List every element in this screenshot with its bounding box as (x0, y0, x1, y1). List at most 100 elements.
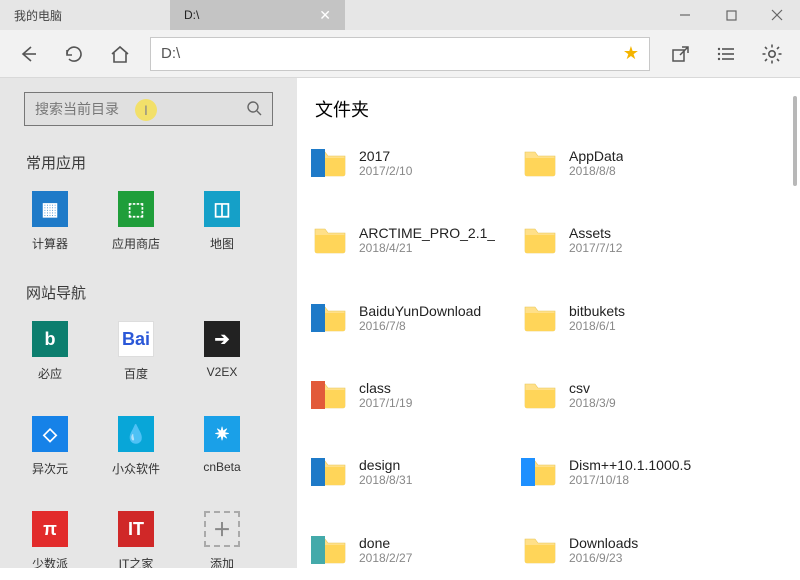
app-label: 计算器 (32, 235, 68, 252)
folder-text: 20172017/2/10 (359, 148, 412, 178)
search-input[interactable]: 搜索当前目录 I (24, 92, 273, 126)
app-item-2[interactable]: ◫ 地图 (196, 191, 248, 252)
app-item-0[interactable]: ▦计算器 (24, 191, 76, 252)
site-item-1[interactable]: Bai百度 (110, 321, 162, 382)
tab-label: 我的电脑 (14, 7, 62, 24)
folder-icon (523, 223, 557, 257)
refresh-button[interactable] (52, 32, 96, 76)
folder-icon (523, 146, 557, 180)
refresh-icon (63, 43, 85, 65)
app-label: 小众软件 (112, 460, 160, 477)
folder-date: 2018/2/27 (359, 551, 412, 565)
page-heading: 文件夹 (315, 96, 800, 122)
main-split: 搜索当前目录 I 常用应用 ▦计算器⬚应用商店◫地图 网站导航 b必应Bai百度… (0, 78, 800, 568)
app-icon: b (32, 321, 68, 357)
folder-item[interactable]: Assets2017/7/12 (519, 217, 719, 263)
folder-item[interactable]: BaiduYunDownload2016/7/8 (309, 295, 509, 341)
folder-icon (313, 146, 347, 180)
folder-text: ARCTIME_PRO_2.1_2018/4/21 (359, 225, 495, 255)
site-item-0[interactable]: b必应 (24, 321, 76, 382)
folder-text: bitbukets2018/6/1 (569, 303, 625, 333)
site-item-8[interactable]: ＋添加 (196, 511, 248, 568)
site-item-3[interactable]: ◇异次元 (24, 416, 76, 477)
site-item-6[interactable]: π少数派 (24, 511, 76, 568)
folder-name: Downloads (569, 535, 638, 551)
folder-icon (313, 378, 347, 412)
home-icon (109, 43, 131, 65)
folder-name: class (359, 380, 412, 396)
folder-item[interactable]: 20172017/2/10 (309, 140, 509, 186)
folder-item[interactable]: class2017/1/19 (309, 372, 509, 418)
folder-date: 2016/9/23 (569, 551, 638, 565)
folder-text: Downloads2016/9/23 (569, 535, 638, 565)
back-icon (17, 43, 39, 65)
site-item-2[interactable]: ➔ V2EX (196, 321, 248, 382)
folder-name: design (359, 457, 412, 473)
folder-item[interactable]: bitbukets2018/6/1 (519, 295, 719, 341)
open-external-icon (670, 44, 690, 64)
folder-name: BaiduYunDownload (359, 303, 481, 319)
settings-button[interactable] (750, 32, 794, 76)
site-item-5[interactable]: ✷cnBeta (196, 416, 248, 477)
folder-text: csv2018/3/9 (569, 380, 616, 410)
app-icon: ➔ (204, 321, 240, 357)
scrollbar-thumb[interactable] (793, 96, 797, 186)
star-icon[interactable]: ★ (623, 43, 639, 64)
folder-date: 2016/7/8 (359, 319, 481, 333)
close-button[interactable] (754, 0, 800, 30)
app-icon: ◫ (204, 191, 240, 227)
home-button[interactable] (98, 32, 142, 76)
open-external-button[interactable] (658, 32, 702, 76)
list-view-button[interactable] (704, 32, 748, 76)
app-item-1[interactable]: ⬚应用商店 (110, 191, 162, 252)
app-icon: ＋ (204, 511, 240, 547)
site-item-4[interactable]: 💧小众软件 (110, 416, 162, 477)
folder-item[interactable]: ARCTIME_PRO_2.1_2018/4/21 (309, 217, 509, 263)
folder-text: BaiduYunDownload2016/7/8 (359, 303, 481, 333)
address-bar[interactable]: D:\ ★ (150, 37, 650, 71)
folder-name: AppData (569, 148, 623, 164)
folder-text: design2018/8/31 (359, 457, 412, 487)
folder-item[interactable]: AppData2018/8/8 (519, 140, 719, 186)
app-label: 地图 (210, 235, 234, 252)
app-label: V2EX (207, 365, 238, 379)
section-heading-sites: 网站导航 (26, 282, 273, 303)
folder-name: csv (569, 380, 616, 396)
minimize-icon (679, 9, 691, 21)
folder-item[interactable]: csv2018/3/9 (519, 372, 719, 418)
maximize-button[interactable] (708, 0, 754, 30)
gear-icon (761, 43, 783, 65)
folder-text: class2017/1/19 (359, 380, 412, 410)
folder-date: 2018/6/1 (569, 319, 625, 333)
minimize-button[interactable] (662, 0, 708, 30)
folder-item[interactable]: Dism++10.1.1000.52017/10/18 (519, 449, 719, 495)
app-icon: ⬚ (118, 191, 154, 227)
maximize-icon (726, 10, 737, 21)
site-item-7[interactable]: ITIT之家 (110, 511, 162, 568)
folder-date: 2018/8/31 (359, 473, 412, 487)
folder-item[interactable]: design2018/8/31 (309, 449, 509, 495)
tab-d-drive[interactable]: D:\ ✕ (170, 0, 345, 30)
folder-item[interactable]: done2018/2/27 (309, 527, 509, 573)
toolbar: D:\ ★ (0, 30, 800, 78)
tab-mycomputer[interactable]: 我的电脑 (0, 0, 170, 30)
text-cursor-icon: I (135, 99, 157, 121)
folder-text: Dism++10.1.1000.52017/10/18 (569, 457, 691, 487)
window-buttons (662, 0, 800, 30)
app-icon: ◇ (32, 416, 68, 452)
app-label: 百度 (124, 365, 148, 382)
folder-name: done (359, 535, 412, 551)
folder-text: Assets2017/7/12 (569, 225, 622, 255)
folder-name: Assets (569, 225, 622, 241)
folder-icon (313, 223, 347, 257)
folder-icon (313, 533, 347, 567)
folder-icon (313, 301, 347, 335)
folder-date: 2018/3/9 (569, 396, 616, 410)
close-icon[interactable]: ✕ (319, 7, 331, 24)
app-icon: IT (118, 511, 154, 547)
folder-name: bitbukets (569, 303, 625, 319)
back-button[interactable] (6, 32, 50, 76)
folder-item[interactable]: Downloads2016/9/23 (519, 527, 719, 573)
folder-date: 2018/8/8 (569, 164, 623, 178)
folder-icon (523, 301, 557, 335)
